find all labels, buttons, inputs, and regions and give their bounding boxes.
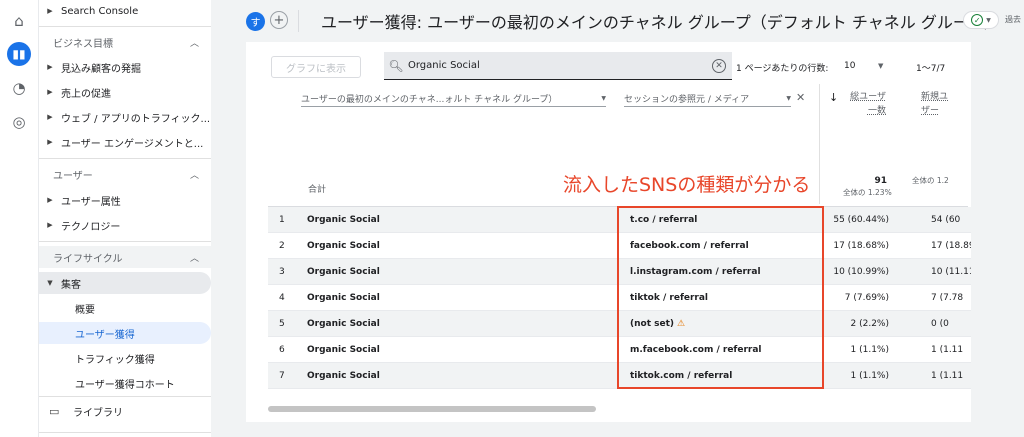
add-comparison-button[interactable]: + — [270, 11, 288, 29]
remove-dimension-icon[interactable]: ✕ — [796, 91, 805, 104]
sidebar-item-leads[interactable]: ▶ 見込み顧客の発掘 — [39, 56, 211, 78]
sidebar-item-acquisition[interactable]: ▼ 集客 — [39, 272, 211, 294]
report-table-card: グラフに表示 🔍︎ Organic Social ✕ 1 ページあたりの行数: … — [246, 42, 971, 422]
section-business-goals[interactable]: ビジネス目標 ︿ — [39, 31, 211, 53]
section-user[interactable]: ユーザー ︿ — [39, 163, 211, 185]
caret-down-icon: ▼ — [47, 279, 53, 287]
caret-right-icon: ▶ — [47, 88, 53, 96]
divider — [39, 158, 211, 159]
caret-right-icon: ▶ — [47, 221, 53, 229]
horizontal-scrollbar[interactable] — [268, 406, 596, 412]
section-lifecycle[interactable]: ライフサイクル ︿ — [39, 246, 211, 268]
divider — [39, 241, 211, 242]
search-icon: 🔍︎ — [388, 58, 404, 73]
caret-right-icon: ▶ — [47, 138, 53, 146]
sidebar-item-library[interactable]: ▭ ライブラリ — [39, 400, 211, 422]
divider — [298, 10, 299, 32]
dropdown-arrow-icon: ▼ — [986, 16, 991, 24]
explore-icon[interactable]: ◔ — [8, 77, 30, 99]
home-icon[interactable]: ⌂ — [8, 10, 30, 32]
search-input[interactable]: Organic Social — [408, 60, 712, 71]
sidebar-item-search-console[interactable]: ▶ Search Console — [39, 0, 211, 22]
divider — [39, 26, 211, 27]
sidebar-item-demographics[interactable]: ▶ ユーザー属性 — [39, 189, 211, 211]
sidebar-item-traffic-acquisition[interactable]: トラフィック獲得 — [39, 347, 211, 369]
annotation-highlight-box — [617, 206, 824, 389]
sort-desc-icon[interactable]: ↓ — [829, 91, 838, 104]
divider — [39, 396, 211, 397]
page-background — [246, 422, 971, 437]
icon-rail: ⌂ ▮▮ ◔ ◎ — [0, 0, 39, 437]
pagination-range: 1〜7/7 — [916, 64, 946, 74]
sidebar-item-overview[interactable]: 概要 — [39, 297, 211, 319]
folder-icon: ▭ — [49, 404, 60, 418]
chevron-up-icon: ︿ — [189, 253, 199, 264]
annotation-text: 流入したSNSの種類が分かる — [563, 174, 811, 196]
chevron-up-icon: ︿ — [189, 38, 199, 49]
sidebar-item-engagement[interactable]: ▶ ユーザー エンゲージメントと... — [39, 131, 211, 153]
caret-right-icon: ▶ — [47, 7, 53, 15]
new-users-total: 全体の 1.2 — [912, 176, 949, 185]
report-header: す + ユーザー獲得: ユーザーの最初のメインのチャネル グループ（デフォルト … — [211, 0, 1024, 42]
sidebar-item-technology[interactable]: ▶ テクノロジー — [39, 214, 211, 236]
chevron-up-icon: ︿ — [189, 170, 199, 181]
advertising-icon[interactable]: ◎ — [8, 111, 30, 133]
sidebar-item-traffic[interactable]: ▶ ウェブ / アプリのトラフィック... — [39, 106, 211, 128]
secondary-dimension-select[interactable]: セッションの参照元 / メディア ▼ — [624, 91, 791, 107]
sidebar-item-acquisition-cohort[interactable]: ユーザー獲得コホート — [39, 372, 211, 394]
caret-right-icon: ▶ — [47, 196, 53, 204]
metric-header-total-users[interactable]: 総ユーザ 一数 — [846, 90, 886, 118]
status-check-button[interactable]: ✓ ▼ — [963, 11, 999, 29]
metric-header-new-users[interactable]: 新規ユ ザー — [921, 90, 971, 118]
dropdown-arrow-icon: ▼ — [601, 95, 606, 102]
reports-icon[interactable]: ▮▮ — [7, 42, 31, 66]
rows-per-page-select[interactable]: 10 — [844, 61, 855, 71]
date-range-label[interactable]: 過去 — [1005, 14, 1021, 25]
check-circle-icon: ✓ — [971, 14, 984, 26]
total-users-total: 91 全体の 1.23% — [843, 176, 892, 197]
sidebar-item-user-acquisition[interactable]: ユーザー獲得 — [39, 322, 211, 344]
divider — [39, 432, 211, 433]
dropdown-arrow-icon[interactable]: ▼ — [878, 62, 883, 70]
primary-dimension-select[interactable]: ユーザーの最初のメインのチャネ...ォルト チャネル グループ） ▼ — [301, 91, 606, 107]
rows-per-page-label: 1 ページあたりの行数: — [736, 64, 829, 74]
plot-rows-button[interactable]: グラフに表示 — [271, 56, 361, 78]
dropdown-arrow-icon: ▼ — [786, 95, 791, 102]
caret-right-icon: ▶ — [47, 113, 53, 121]
column-divider — [819, 84, 820, 204]
sidebar-item-sales[interactable]: ▶ 売上の促進 — [39, 81, 211, 103]
page-title: ユーザー獲得: ユーザーの最初のメインのチャネル グループ（デフォルト チャネル… — [321, 13, 1000, 32]
total-label: 合計 — [308, 185, 327, 195]
sidebar: ▶ Search Console ビジネス目標 ︿ ▶ 見込み顧客の発掘 ▶ 売上の促進… — [39, 0, 211, 437]
search-box[interactable]: 🔍︎ Organic Social ✕ — [384, 52, 732, 80]
caret-right-icon: ▶ — [47, 63, 53, 71]
comparison-avatar[interactable]: す — [246, 12, 265, 31]
clear-search-icon[interactable]: ✕ — [712, 58, 726, 73]
